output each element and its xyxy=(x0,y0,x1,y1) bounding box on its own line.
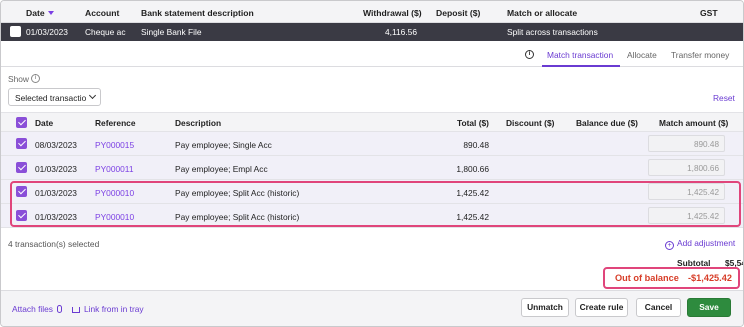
footer-bar: Attach files Link from in tray Unmatch C… xyxy=(1,290,743,326)
col-date[interactable]: Date xyxy=(26,8,54,18)
attach-files-link[interactable]: Attach files xyxy=(12,304,62,314)
link-from-tray-link[interactable]: Link from in tray xyxy=(72,304,144,314)
cancel-button[interactable]: Cancel xyxy=(636,298,681,317)
add-adjustment-link[interactable]: + Add adjustment xyxy=(665,238,735,250)
bank-row-date: 01/03/2023 xyxy=(26,27,68,37)
plus-icon: + xyxy=(665,241,674,250)
bank-row-withdrawal: 4,116.56 xyxy=(385,27,417,37)
select-all-checkbox[interactable] xyxy=(16,117,27,128)
tab-match-transaction[interactable]: Match transaction xyxy=(547,50,613,60)
col-account[interactable]: Account xyxy=(85,8,119,18)
link-from-tray-label: Link from in tray xyxy=(84,304,144,314)
th-total[interactable]: Total ($) xyxy=(457,118,489,128)
bank-transaction-panel: Date Account Bank statement description … xyxy=(0,0,744,327)
row-checkbox[interactable] xyxy=(10,26,21,37)
col-date-label: Date xyxy=(26,8,45,18)
row-description: Pay employee; Single Acc xyxy=(175,140,272,150)
bank-table-header: Date Account Bank statement description … xyxy=(1,1,743,23)
th-reference[interactable]: Reference xyxy=(95,118,136,128)
upload-icon xyxy=(72,307,80,313)
info-icon[interactable]: i xyxy=(525,50,534,59)
th-match-amount[interactable]: Match amount ($) xyxy=(659,118,728,128)
match-amount-input[interactable]: 890.48 xyxy=(648,135,725,152)
row-total: 890.48 xyxy=(463,140,489,150)
th-description[interactable]: Description xyxy=(175,118,221,128)
selected-count: 4 transaction(s) selected xyxy=(8,239,100,249)
th-balance-due[interactable]: Balance due ($) xyxy=(576,118,638,128)
col-match[interactable]: Match or allocate xyxy=(507,8,577,18)
unmatch-button[interactable]: Unmatch xyxy=(521,298,569,317)
show-label: Show xyxy=(8,74,29,84)
row-total: 1,800.66 xyxy=(456,164,489,174)
active-tab-indicator xyxy=(542,65,620,67)
col-gst[interactable]: GST xyxy=(700,8,718,18)
sort-down-icon xyxy=(47,10,54,15)
row-reference-link[interactable]: PY000015 xyxy=(95,140,134,150)
th-discount[interactable]: Discount ($) xyxy=(506,118,554,128)
row-checkbox[interactable] xyxy=(16,162,27,173)
attach-files-label: Attach files xyxy=(12,304,53,314)
bank-row-account: Cheque ac xyxy=(85,27,126,37)
tab-allocate[interactable]: Allocate xyxy=(627,50,657,60)
table-row[interactable]: 01/03/2023 PY000011 Pay employee; Empl A… xyxy=(1,156,743,180)
col-withdrawal[interactable]: Withdrawal ($) xyxy=(363,8,422,18)
show-select-value: Selected transactio xyxy=(15,93,87,103)
duplicate-rows-highlight xyxy=(10,181,741,227)
match-amount-input[interactable]: 1,800.66 xyxy=(648,159,725,176)
row-date: 08/03/2023 xyxy=(35,140,77,150)
th-date[interactable]: Date xyxy=(35,118,53,128)
bank-transaction-row[interactable]: 01/03/2023 Cheque ac Single Bank File 4,… xyxy=(1,23,743,41)
row-date: 01/03/2023 xyxy=(35,164,77,174)
table-row[interactable]: 08/03/2023 PY000015 Pay employee; Single… xyxy=(1,132,743,156)
col-description[interactable]: Bank statement description xyxy=(141,8,254,18)
bank-row-match[interactable]: Split across transactions xyxy=(507,27,598,37)
out-of-balance-label: Out of balance xyxy=(615,273,679,283)
chevron-down-icon xyxy=(88,91,97,100)
row-reference-link[interactable]: PY000011 xyxy=(95,164,134,174)
show-select[interactable]: Selected transactio xyxy=(8,88,101,106)
info-icon[interactable]: i xyxy=(31,74,40,83)
match-table-header: Date Reference Description Total ($) Dis… xyxy=(1,112,743,132)
tab-transfer-money[interactable]: Transfer money xyxy=(671,50,729,60)
create-rule-button[interactable]: Create rule xyxy=(575,298,628,317)
col-deposit[interactable]: Deposit ($) xyxy=(436,8,480,18)
row-checkbox[interactable] xyxy=(16,138,27,149)
tab-bar: i Match transaction Allocate Transfer mo… xyxy=(1,41,743,67)
out-of-balance-value: -$1,425.42 xyxy=(688,273,732,283)
bank-row-description: Single Bank File xyxy=(141,27,202,37)
reset-link[interactable]: Reset xyxy=(713,93,735,103)
row-description: Pay employee; Empl Acc xyxy=(175,164,268,174)
save-button[interactable]: Save xyxy=(687,298,731,317)
add-adjustment-label: Add adjustment xyxy=(677,238,736,248)
paperclip-icon xyxy=(56,305,62,313)
